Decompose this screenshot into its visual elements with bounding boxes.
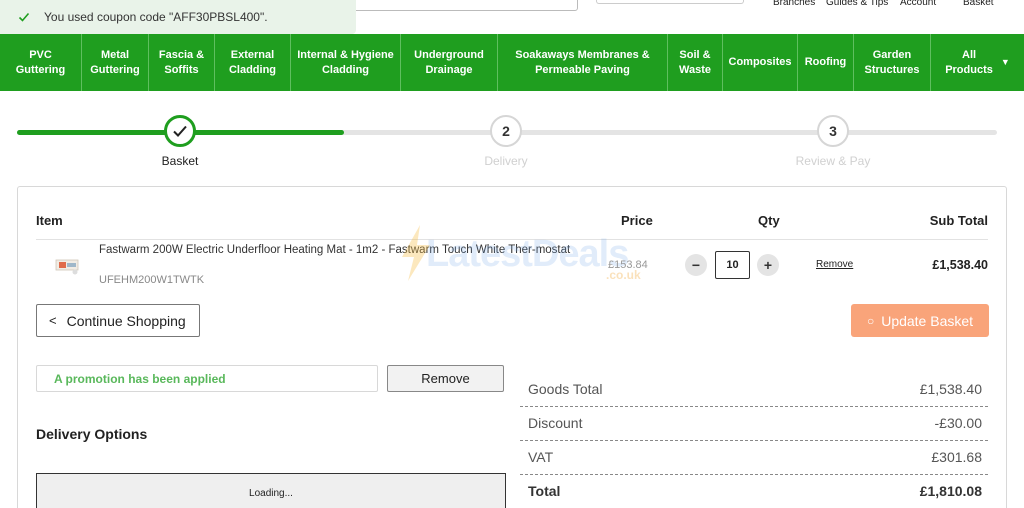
coupon-toast: You used coupon code "AFF30PBSL400". bbox=[0, 0, 356, 34]
delivery-options-title: Delivery Options bbox=[36, 426, 148, 442]
nav-label: Internal & Hygiene Cladding bbox=[297, 48, 394, 76]
goods-total-label: Goods Total bbox=[528, 381, 603, 397]
vat-label: VAT bbox=[528, 449, 554, 465]
check-icon bbox=[173, 125, 187, 137]
nav-label: Composites bbox=[728, 56, 792, 68]
product-thumbnail[interactable] bbox=[54, 254, 82, 276]
discount-value: -£30.00 bbox=[934, 415, 982, 431]
account-link[interactable]: Account bbox=[900, 0, 936, 8]
table-divider bbox=[36, 239, 988, 240]
nav-label: PVC Guttering bbox=[15, 48, 66, 76]
guides-link[interactable]: Guides & Tips bbox=[826, 0, 888, 8]
qty-increase-button[interactable]: + bbox=[757, 254, 779, 276]
loading-text: Loading... bbox=[249, 487, 293, 499]
step-delivery-circle: 2 bbox=[490, 115, 522, 147]
search-input[interactable] bbox=[340, 0, 578, 11]
nav-all-products[interactable]: All Products ▼ bbox=[931, 34, 1024, 91]
search-category-select[interactable] bbox=[596, 0, 744, 4]
step-delivery-label: Delivery bbox=[484, 154, 528, 168]
nav-label: Fascia & Soffits bbox=[158, 48, 205, 76]
nav-label: External Cladding bbox=[228, 48, 277, 76]
delivery-loading: Loading... bbox=[36, 473, 506, 508]
header-qty: Qty bbox=[758, 213, 780, 228]
grand-total-value: £1,810.08 bbox=[919, 483, 982, 499]
step-basket-circle[interactable] bbox=[164, 115, 196, 147]
step-number: 2 bbox=[502, 123, 510, 139]
checkout-progress: 2 3 Basket Delivery Review & Pay bbox=[0, 91, 1024, 171]
toast-message: You used coupon code "AFF30PBSL400". bbox=[44, 10, 268, 24]
header-subtotal: Sub Total bbox=[929, 213, 988, 228]
nav-composites[interactable]: Composites bbox=[723, 34, 798, 91]
nav-label: Garden Structures bbox=[864, 48, 920, 76]
nav-label: Soil & Waste bbox=[679, 48, 711, 76]
qty-input[interactable]: 10 bbox=[715, 251, 750, 279]
nav-roofing[interactable]: Roofing bbox=[798, 34, 854, 91]
update-basket-label: Update Basket bbox=[881, 312, 974, 329]
refresh-icon: ○ bbox=[866, 313, 875, 328]
chevron-down-icon: ▼ bbox=[1000, 57, 1010, 67]
nav-metal-guttering[interactable]: Metal Guttering bbox=[82, 34, 149, 91]
goods-total-row: Goods Total £1,538.40 bbox=[520, 373, 988, 407]
nav-pvc-guttering[interactable]: PVC Guttering bbox=[0, 34, 82, 91]
nav-label: Underground Drainage bbox=[414, 48, 484, 76]
nav-garden-structures[interactable]: Garden Structures bbox=[854, 34, 931, 91]
promo-status: A promotion has been applied bbox=[36, 365, 378, 392]
step-basket-label: Basket bbox=[161, 154, 199, 168]
product-sku: UFEHM200W1TWTK bbox=[99, 274, 205, 286]
branches-link[interactable]: Branches bbox=[773, 0, 815, 8]
product-name[interactable]: Fastwarm 200W Electric Underfloor Heatin… bbox=[99, 244, 619, 257]
grand-total-row: Total £1,810.08 bbox=[520, 475, 988, 508]
remove-promo-button[interactable]: Remove bbox=[387, 365, 504, 392]
header-item: Item bbox=[36, 213, 63, 228]
nav-label: All Products bbox=[945, 48, 993, 76]
nav-fascia-soffits[interactable]: Fascia & Soffits bbox=[149, 34, 215, 91]
chevron-left-icon: < bbox=[49, 313, 57, 328]
header-price: Price bbox=[621, 213, 653, 228]
check-icon bbox=[18, 12, 30, 22]
discount-label: Discount bbox=[528, 415, 583, 431]
vat-value: £301.68 bbox=[931, 449, 982, 465]
vat-row: VAT £301.68 bbox=[520, 441, 988, 475]
step-number: 3 bbox=[829, 123, 837, 139]
remove-item-link[interactable]: Remove bbox=[816, 259, 853, 270]
nav-external-cladding[interactable]: External Cladding bbox=[215, 34, 291, 91]
nav-label: Roofing bbox=[804, 56, 847, 68]
step-review-circle: 3 bbox=[817, 115, 849, 147]
discount-row: Discount -£30.00 bbox=[520, 407, 988, 441]
basket-panel: Item Price Qty Sub Total Fastwarm 200W E… bbox=[17, 186, 1007, 508]
goods-total-value: £1,538.40 bbox=[919, 381, 982, 397]
grand-total-label: Total bbox=[528, 483, 561, 499]
nav-soakaways[interactable]: Soakaways Membranes & Permeable Paving bbox=[498, 34, 668, 91]
step-review-label: Review & Pay bbox=[795, 154, 871, 168]
nav-soil-waste[interactable]: Soil & Waste bbox=[668, 34, 723, 91]
nav-internal-hygiene-cladding[interactable]: Internal & Hygiene Cladding bbox=[291, 34, 401, 91]
row-subtotal: £1,538.40 bbox=[932, 258, 988, 272]
nav-label: Soakaways Membranes & Permeable Paving bbox=[515, 48, 650, 76]
update-basket-button[interactable]: ○ Update Basket bbox=[851, 304, 989, 337]
qty-decrease-button[interactable]: − bbox=[685, 254, 707, 276]
unit-price: £153.84 bbox=[608, 259, 648, 271]
main-nav: PVC Guttering Metal Guttering Fascia & S… bbox=[0, 34, 1024, 91]
nav-label: Metal Guttering bbox=[90, 48, 140, 76]
continue-shopping-label: Continue Shopping bbox=[66, 312, 186, 329]
nav-underground-drainage[interactable]: Underground Drainage bbox=[401, 34, 498, 91]
continue-shopping-button[interactable]: < Continue Shopping bbox=[36, 304, 200, 337]
basket-link[interactable]: Basket bbox=[963, 0, 994, 8]
